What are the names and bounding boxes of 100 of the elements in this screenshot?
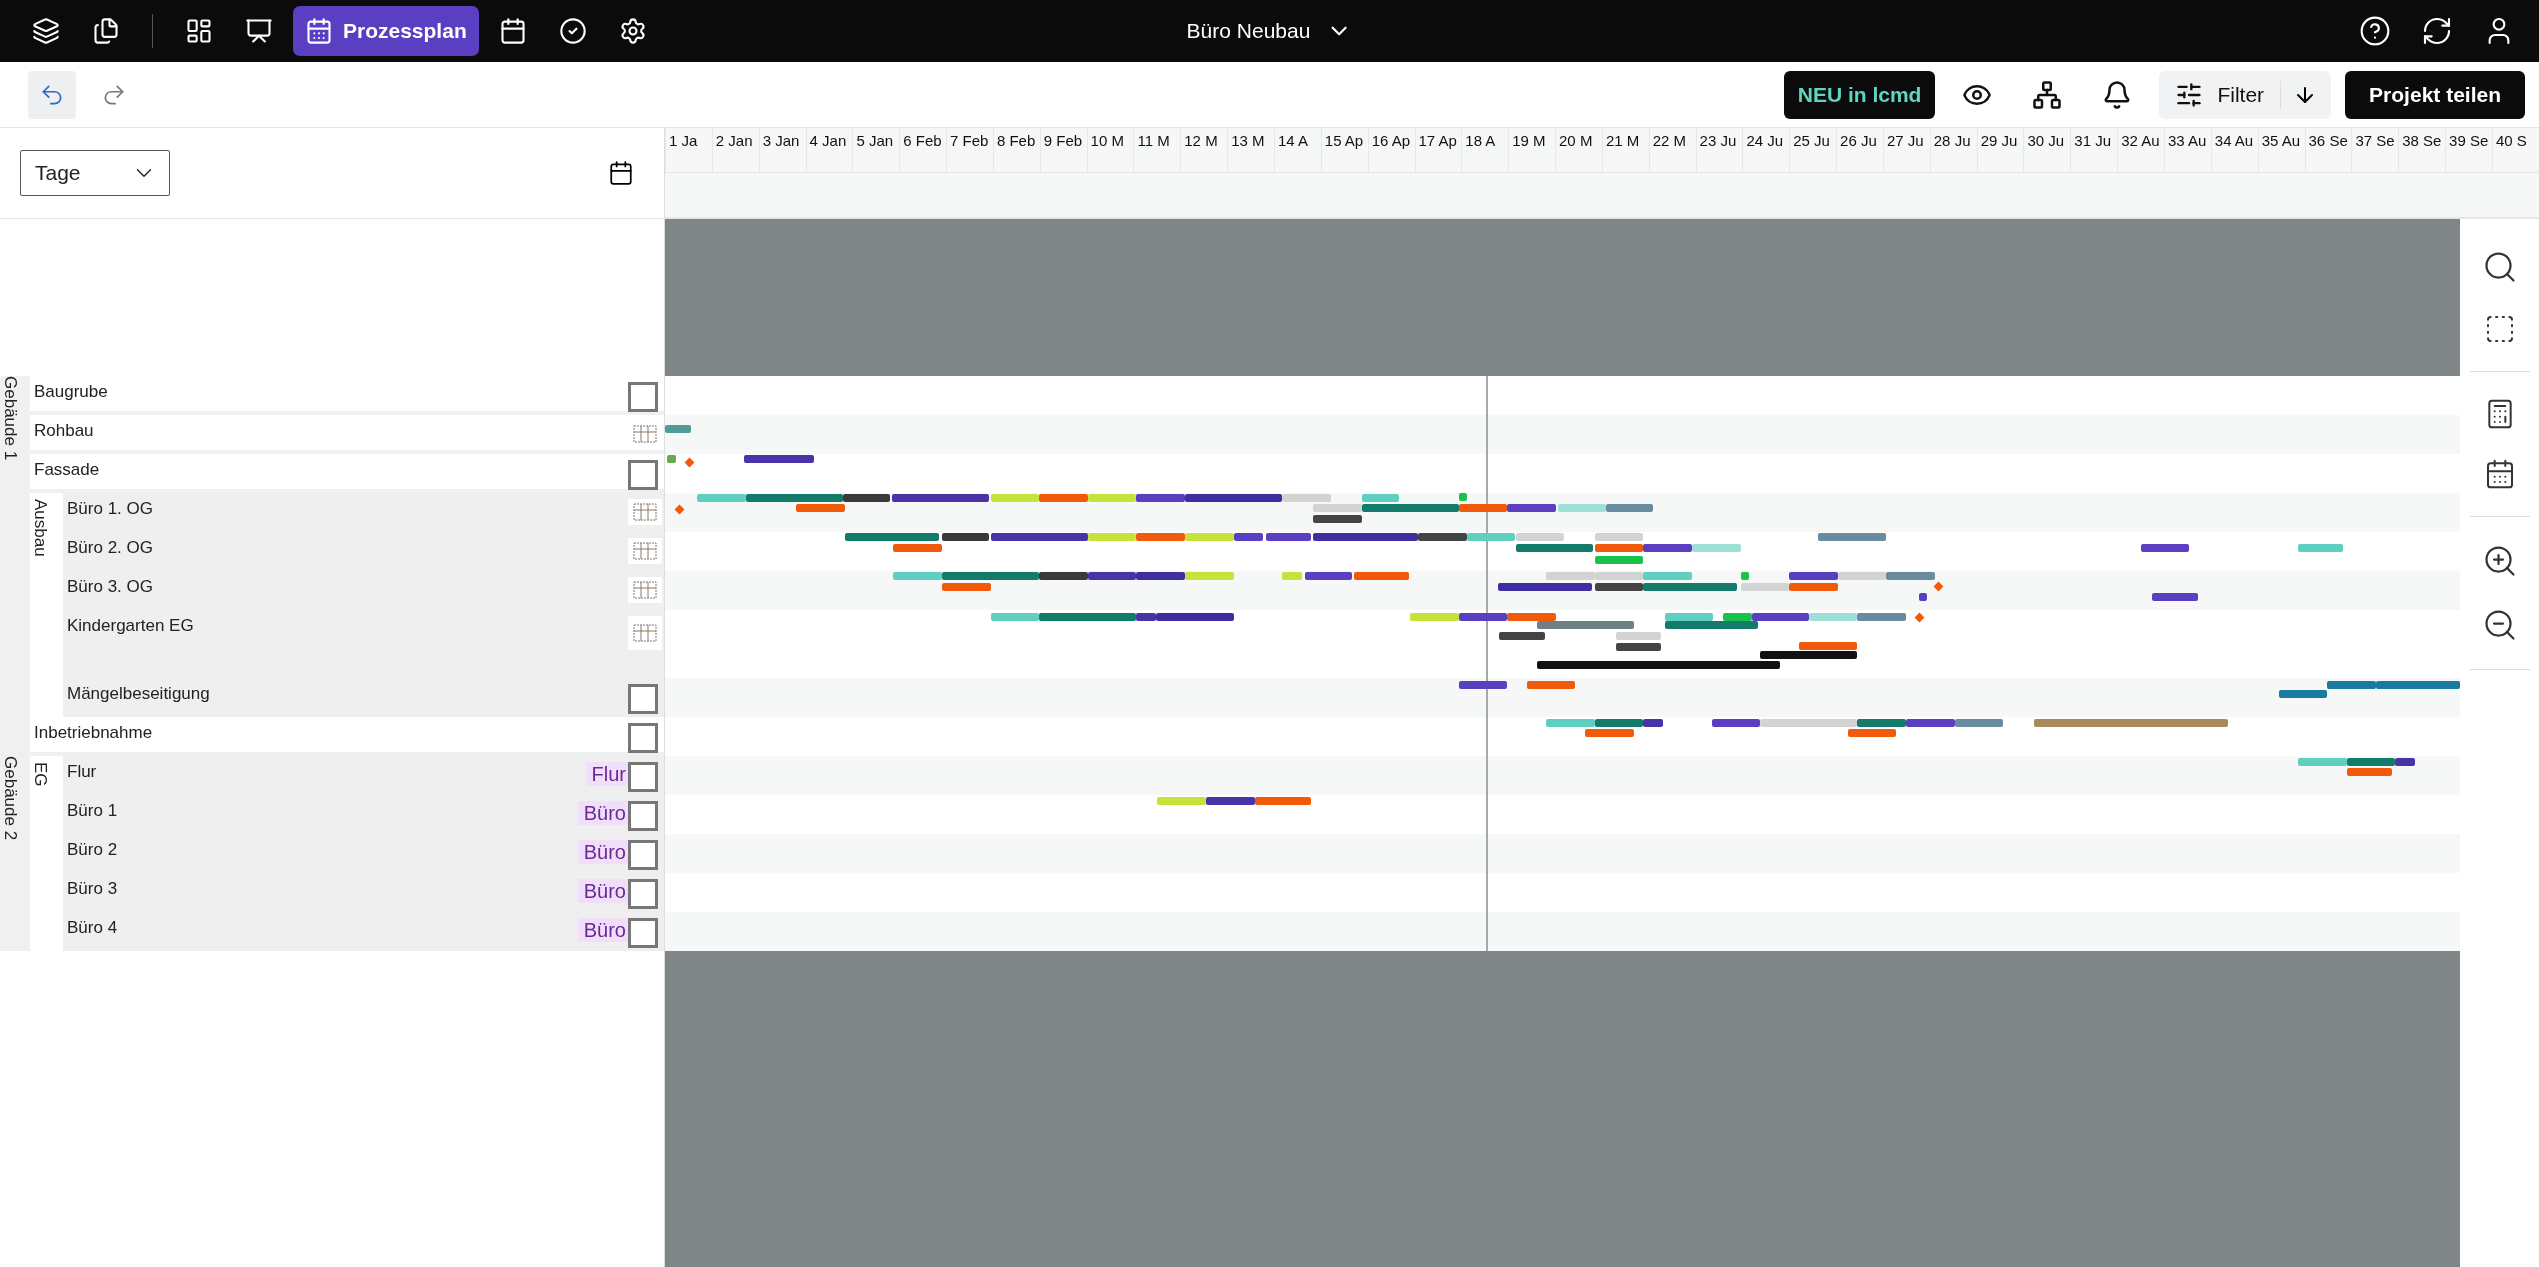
task-bar[interactable] — [1643, 544, 1693, 553]
row-label: Rohbau — [34, 421, 95, 441]
checkbox[interactable] — [628, 879, 658, 909]
milestone-marker[interactable] — [1914, 612, 1925, 623]
week-label: 13 M — [1227, 128, 1274, 172]
nav-tab-icon — [185, 17, 213, 45]
week-label: 21 M — [1601, 128, 1649, 172]
task-bar[interactable] — [2152, 593, 2198, 602]
row-label: Büro 4 — [67, 918, 119, 938]
week-label: 18 A — [1461, 128, 1509, 172]
checkbox[interactable] — [628, 684, 658, 714]
checkbox[interactable] — [628, 723, 658, 753]
task-bar[interactable] — [1458, 680, 1508, 689]
task-bar[interactable] — [942, 533, 989, 542]
scale-select[interactable]: Tage — [20, 150, 170, 196]
nav-tab-icon — [305, 17, 333, 45]
room-tag: Büro — [577, 879, 628, 903]
task-bar[interactable] — [1711, 719, 1761, 728]
week-label: 31 Ju — [2070, 128, 2118, 172]
task-bar[interactable] — [1594, 583, 1644, 592]
plan-thumbnail — [628, 616, 662, 650]
nav-tab-icon — [618, 17, 647, 45]
task-bar[interactable] — [1615, 643, 1662, 652]
week-label: 3 Jan — [758, 128, 806, 172]
task-bar[interactable] — [1136, 494, 1185, 503]
task-bar[interactable] — [1313, 515, 1362, 524]
task-bar[interactable] — [744, 455, 815, 464]
week-label: 8 Feb — [992, 128, 1040, 172]
checkbox[interactable] — [628, 840, 658, 870]
sliders-icon — [2175, 80, 2204, 109]
task-bar[interactable] — [1499, 631, 1545, 640]
task-bar[interactable] — [1185, 494, 1283, 503]
week-label: 40 S — [2491, 128, 2539, 172]
row-label: Flur — [67, 762, 98, 782]
milestone-marker[interactable] — [684, 457, 695, 468]
week-label: 27 Ju — [1882, 128, 1930, 172]
milestone-marker[interactable] — [1933, 581, 1944, 592]
week-label: 25 Ju — [1789, 128, 1837, 172]
news-button[interactable]: NEU in lcmd — [1783, 70, 1936, 119]
room-tag: Büro — [577, 918, 628, 942]
task-bar[interactable] — [990, 533, 1088, 542]
week-label: 38 Se — [2398, 128, 2446, 172]
week-label: 39 Se — [2445, 128, 2492, 172]
week-label: 2 Jan — [711, 128, 759, 172]
task-bar[interactable] — [1905, 719, 1955, 728]
task-bar[interactable] — [1458, 612, 1508, 621]
group-label: EG — [30, 761, 50, 787]
week-label: 34 Au — [2210, 128, 2258, 172]
week-label: 1 Ja — [665, 128, 712, 172]
checkbox[interactable] — [628, 918, 658, 948]
week-label: 37 Se — [2351, 128, 2399, 172]
week-label: 29 Ju — [1976, 128, 2024, 172]
task-bar[interactable] — [1918, 593, 1927, 602]
week-label: 5 Jan — [852, 128, 900, 172]
milestone-marker[interactable] — [674, 504, 685, 515]
row-label: Kindergarten EG — [67, 616, 195, 636]
task-bar[interactable] — [1136, 612, 1156, 621]
checkbox[interactable] — [628, 460, 658, 490]
nav-tab-icon — [558, 17, 587, 45]
week-label: 20 M — [1555, 128, 1602, 172]
task-bar[interactable] — [1497, 583, 1592, 592]
task-bar[interactable] — [843, 494, 891, 503]
nav-tab[interactable]: Prozessplan — [293, 6, 479, 56]
task-bar[interactable] — [1155, 612, 1234, 621]
task-bar[interactable] — [1760, 651, 1858, 660]
task-bar[interactable] — [1507, 503, 1556, 512]
checkbox[interactable] — [628, 382, 658, 412]
task-bar[interactable] — [1266, 533, 1312, 542]
task-bar[interactable] — [1206, 797, 1255, 806]
week-label: 35 Au — [2257, 128, 2305, 172]
task-bar[interactable] — [1313, 533, 1419, 542]
project-selector[interactable]: Büro Neubau — [1180, 17, 1359, 45]
plan-thumbnail — [628, 577, 662, 603]
task-bar[interactable] — [2140, 544, 2190, 553]
room-tag: Büro — [577, 840, 628, 864]
week-label: 6 Feb — [899, 128, 947, 172]
week-label: 24 Ju — [1742, 128, 1790, 172]
task-bar[interactable] — [1643, 719, 1663, 728]
row-label: Fassade — [34, 460, 101, 480]
week-label: 19 M — [1508, 128, 1556, 172]
week-label: 11 M — [1133, 128, 1181, 172]
week-label: 14 A — [1273, 128, 1321, 172]
task-bar[interactable] — [1536, 661, 1780, 670]
row-label: Büro 2. OG — [67, 538, 154, 558]
share-button[interactable]: Projekt teilen — [2345, 70, 2525, 119]
week-label: 26 Ju — [1836, 128, 1883, 172]
week-label: 15 Ap — [1320, 128, 1368, 172]
task-bar[interactable] — [891, 494, 989, 503]
row-label: Baugrube — [34, 382, 109, 402]
plan-thumbnail — [628, 499, 662, 525]
week-label: 7 Feb — [946, 128, 993, 172]
task-bar[interactable] — [1752, 612, 1809, 621]
task-bar[interactable] — [1418, 533, 1467, 542]
checkbox[interactable] — [628, 801, 658, 831]
task-bar[interactable] — [2395, 758, 2415, 767]
task-bar[interactable] — [1233, 533, 1263, 542]
checkbox[interactable] — [628, 762, 658, 792]
filter-button[interactable]: Filter — [2175, 80, 2282, 109]
undo-button[interactable] — [28, 70, 76, 119]
row-label: Inbetriebnahme — [34, 723, 154, 743]
